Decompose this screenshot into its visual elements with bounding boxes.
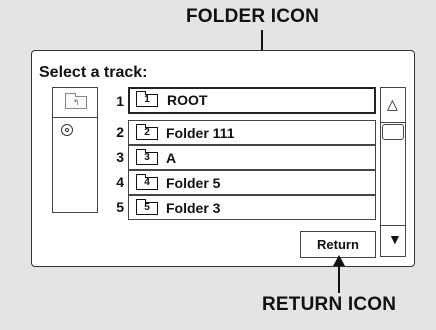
- folder-icon-number: 5: [144, 202, 150, 213]
- track-row[interactable]: 5 Folder 3: [128, 195, 376, 220]
- track-number: 1: [116, 93, 124, 109]
- scroll-thumb[interactable]: [382, 124, 404, 140]
- track-number: 5: [116, 199, 124, 215]
- return-button[interactable]: Return: [300, 231, 376, 258]
- track-label: Folder 3: [166, 200, 221, 216]
- track-label: Folder 111: [166, 125, 235, 141]
- folder-icon-callout: FOLDER ICON: [186, 6, 320, 27]
- track-label: A: [166, 150, 177, 166]
- panel-divider: [53, 117, 97, 118]
- track-row[interactable]: 4 Folder 5: [128, 170, 376, 195]
- track-row-root[interactable]: 1 ROOT: [128, 87, 376, 114]
- scroll-down-button[interactable]: ▼: [381, 225, 405, 256]
- folder-icon: 4: [136, 174, 158, 190]
- triangle-up-icon: △: [387, 96, 398, 112]
- track-number: 4: [116, 174, 124, 190]
- disc-icon[interactable]: [61, 124, 73, 136]
- folder-icon-number: 2: [144, 127, 150, 138]
- folder-icon-number: 3: [144, 152, 150, 163]
- return-icon-callout: RETURN ICON: [262, 294, 397, 315]
- track-number: 3: [116, 149, 124, 165]
- source-panel: ↰: [52, 87, 98, 213]
- track-label: Folder 5: [166, 175, 221, 191]
- track-label: ROOT: [167, 92, 208, 108]
- folder-icon-number: 4: [144, 177, 150, 188]
- scroll-up-button[interactable]: △: [381, 88, 405, 123]
- track-row[interactable]: 2 Folder 111: [128, 120, 376, 145]
- screen-title: Select a track:: [39, 64, 148, 81]
- folder-icon-number: 1: [144, 94, 150, 105]
- scrollbar[interactable]: △ ▼: [380, 87, 406, 257]
- track-number: 2: [116, 124, 124, 140]
- triangle-down-icon: ▼: [388, 231, 402, 247]
- folder-icon: 2: [136, 124, 158, 140]
- folder-icon: 5: [136, 199, 158, 215]
- track-select-screen: Select a track: ↰ 1 1 ROOT 2 2 Folder 11…: [31, 50, 415, 267]
- track-row[interactable]: 3 A: [128, 145, 376, 170]
- return-callout-arrow: [338, 265, 340, 293]
- folder-icon[interactable]: ↰: [65, 93, 87, 109]
- folder-icon: 1: [136, 91, 158, 107]
- folder-icon: 3: [136, 149, 158, 165]
